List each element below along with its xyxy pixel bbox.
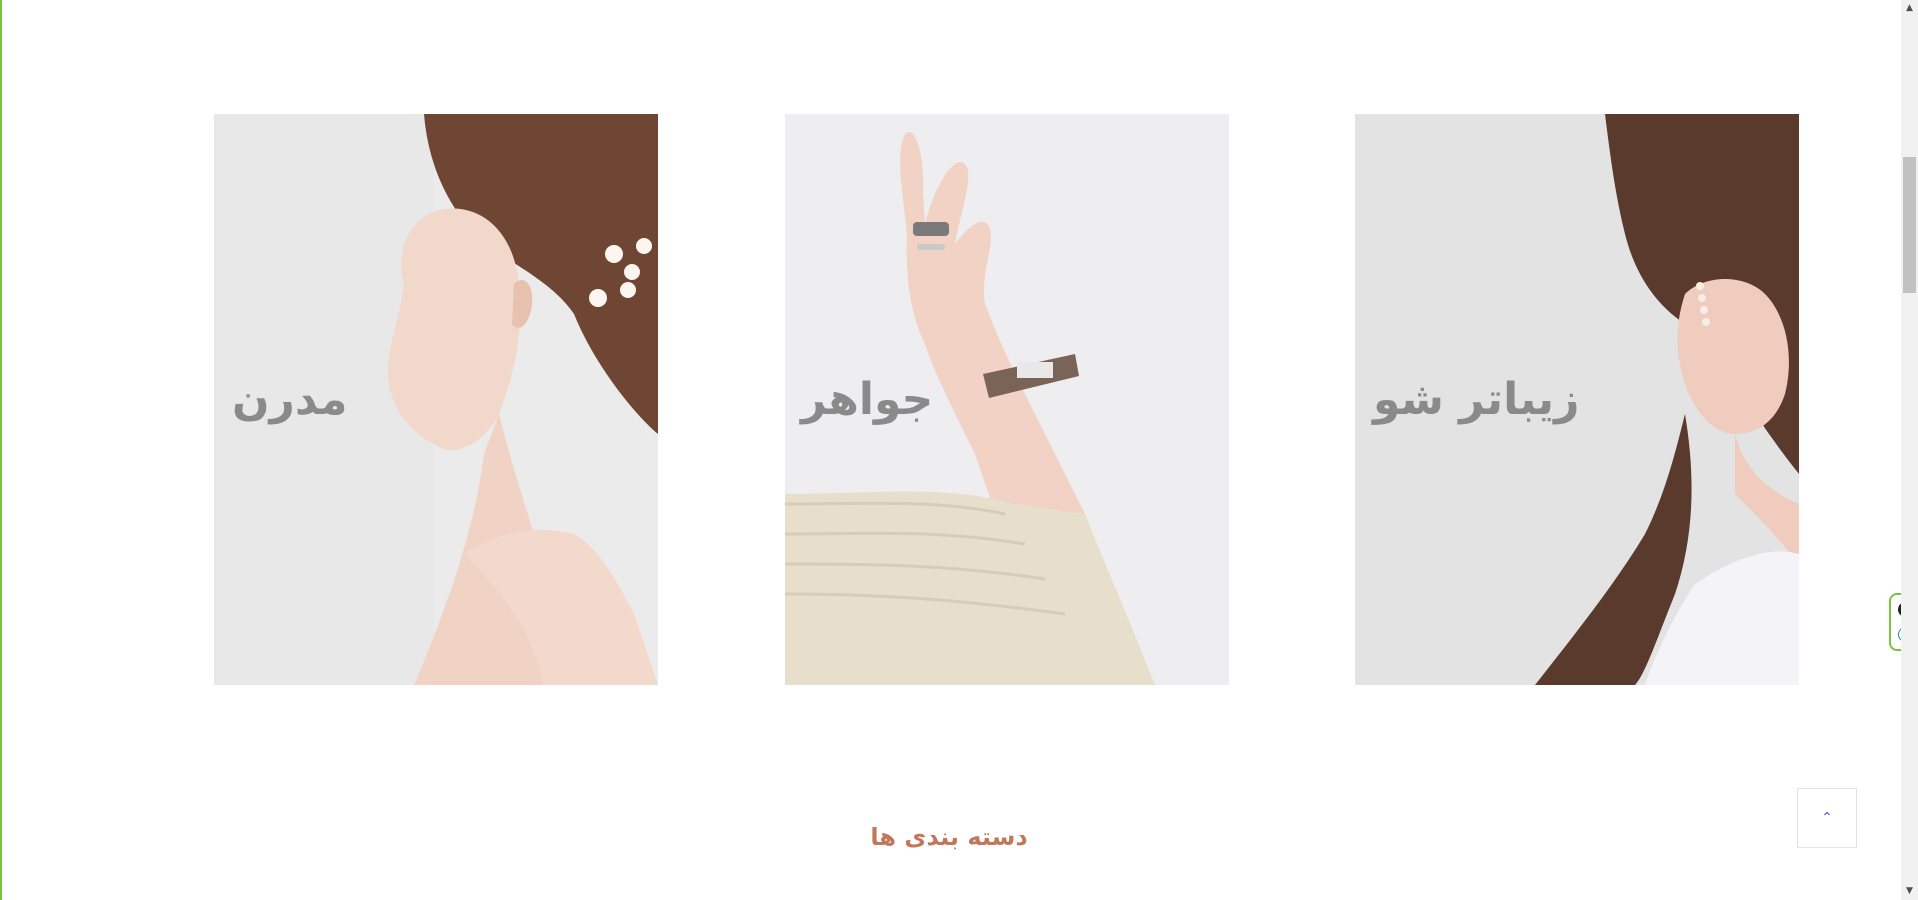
- scroll-to-top-button[interactable]: ⌃: [1797, 788, 1857, 848]
- banner-beauty-label: زیباتر شو: [1373, 374, 1580, 425]
- chevron-up-icon: ⌃: [1821, 810, 1833, 826]
- banner-jewelry[interactable]: جواهر: [785, 114, 1229, 685]
- vertical-scrollbar[interactable]: ▲ ▼: [1901, 0, 1918, 900]
- banner-beauty[interactable]: زیباتر شو: [1355, 114, 1799, 685]
- banner-modern[interactable]: مدرن: [214, 114, 658, 685]
- left-accent-bar: [0, 0, 2, 900]
- banner-jewelry-label: جواهر: [801, 374, 934, 425]
- scroll-down-arrow-icon[interactable]: ▼: [1901, 883, 1918, 900]
- categories-heading: دسته بندی ها: [870, 823, 1028, 851]
- banner-modern-label: مدرن: [232, 374, 348, 425]
- scroll-up-arrow-icon[interactable]: ▲: [1901, 0, 1918, 17]
- scrollbar-thumb[interactable]: [1903, 157, 1916, 293]
